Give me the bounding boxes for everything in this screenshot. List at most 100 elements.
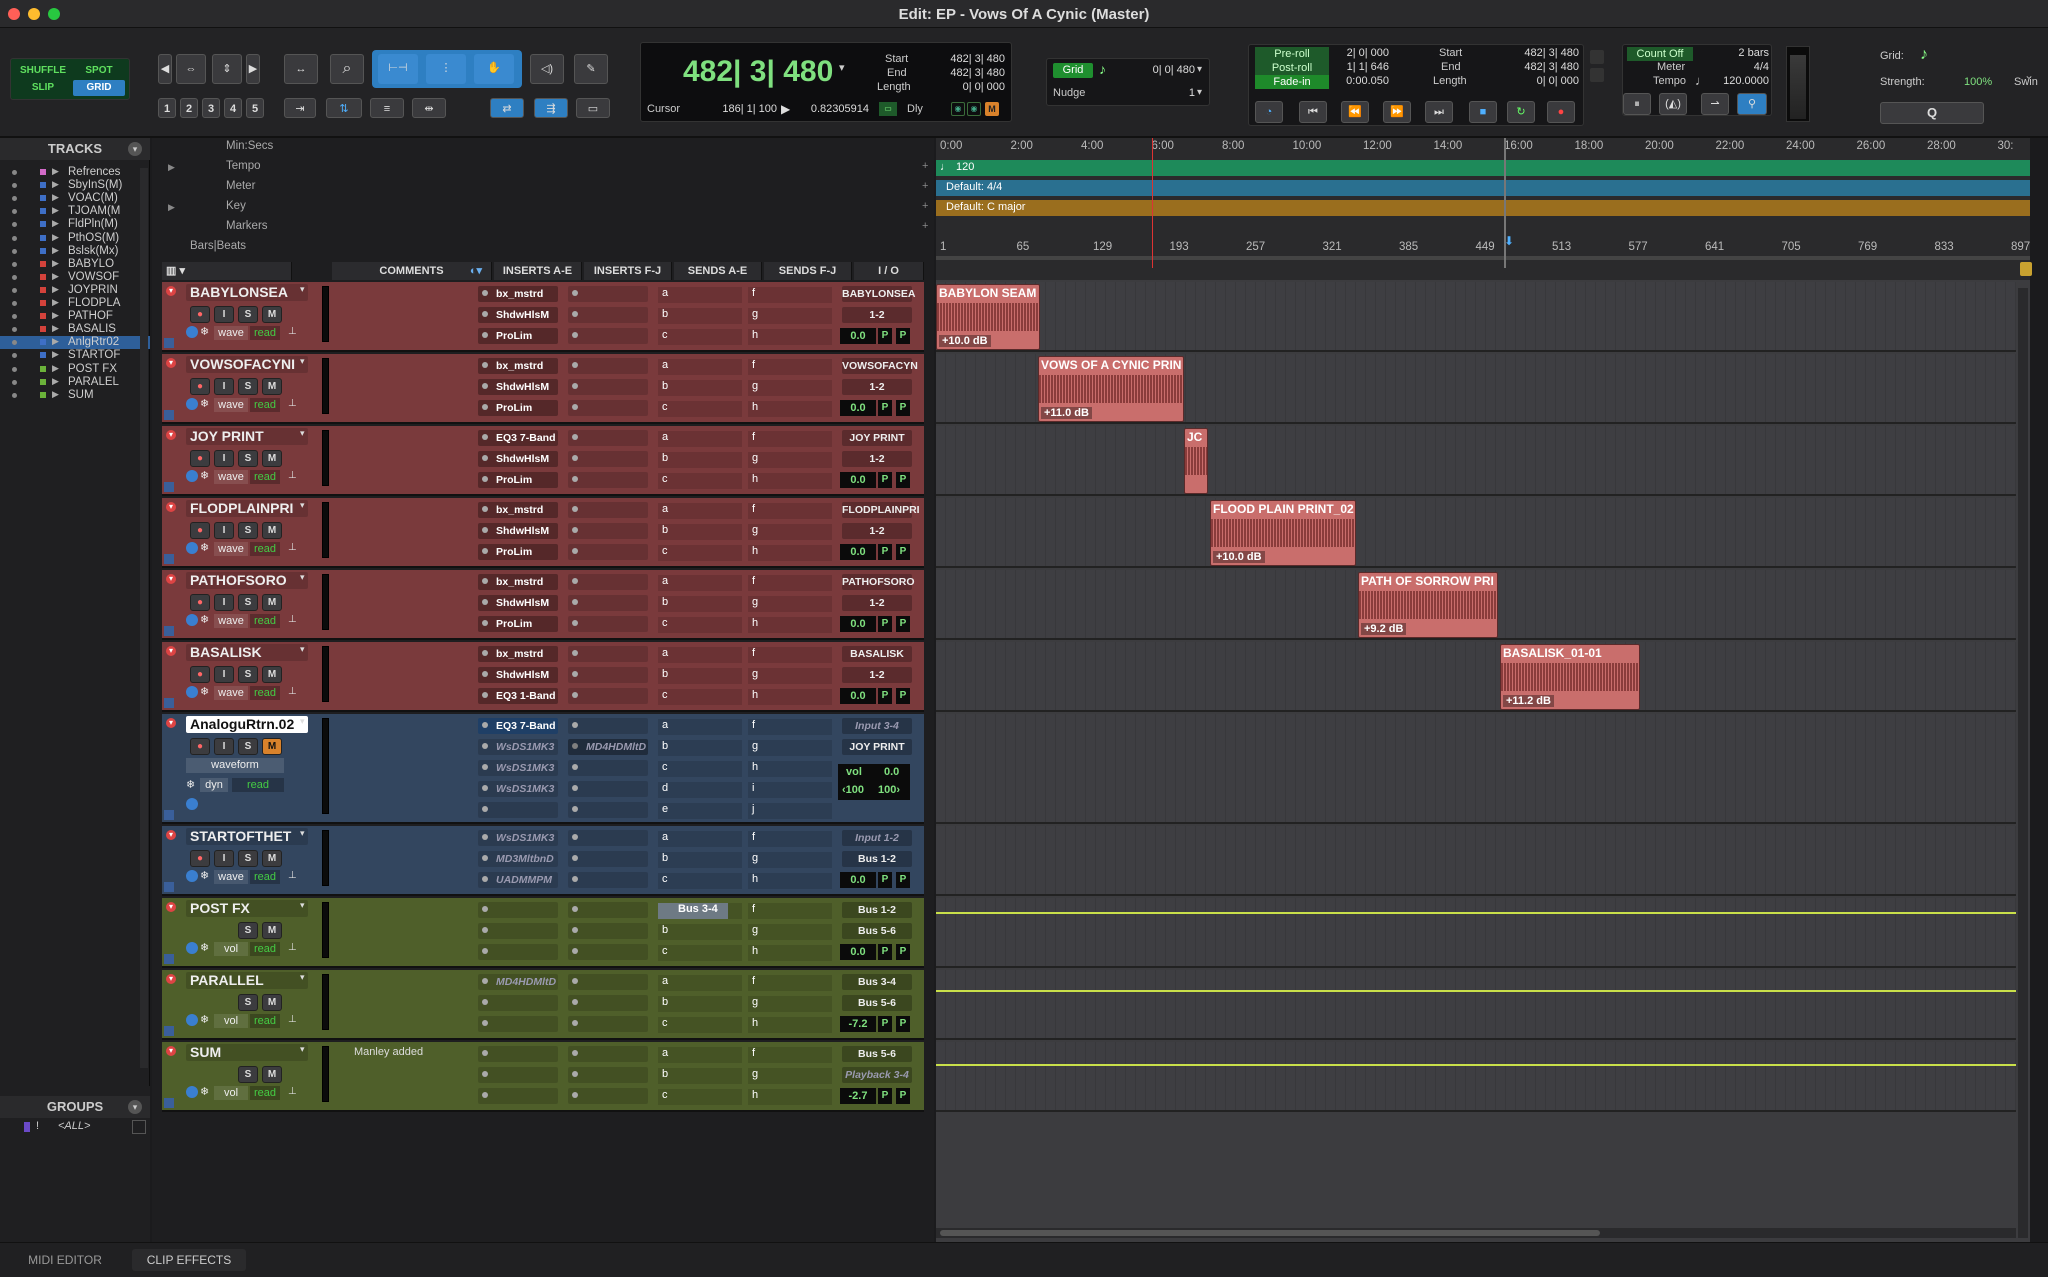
volume-value[interactable]: 0.0 [840,544,876,560]
insert-bypass-icon[interactable] [572,906,578,912]
insert-slot[interactable]: WsDS1MK3 [478,830,558,846]
track-visible-icon[interactable] [12,366,17,372]
insert-bypass-icon[interactable] [572,527,578,533]
track-name-dropdown-icon[interactable]: ▾ [300,900,305,911]
insert-fj-slot[interactable] [568,400,648,416]
vol-value[interactable]: 0.0 [884,766,899,778]
folder-triangle-icon[interactable]: ▶ [52,258,59,269]
send-fj-slot[interactable]: g [748,996,832,1012]
track-resize-icon[interactable] [164,626,174,636]
track-list-item[interactable]: ▶ Refrences [0,166,150,179]
track-visible-icon[interactable] [12,235,17,241]
track-name-dropdown-icon[interactable]: ▾ [300,716,305,727]
insert-bypass-icon[interactable] [482,785,488,791]
track-name[interactable]: SUM [186,1044,308,1061]
tempo-marker-icon[interactable]: ♩ [940,161,951,173]
mute-button[interactable]: M [262,850,282,867]
insert-bypass-icon[interactable] [572,434,578,440]
key-ruler[interactable]: Default: C major [936,200,2030,216]
record-enable-button[interactable]: ● [190,850,210,867]
timebase-icon[interactable] [186,326,198,338]
record-enable-button[interactable]: ● [190,522,210,539]
scrubber-tool-icon[interactable]: ◁) [530,54,564,84]
io-output[interactable]: 1-2 [842,595,912,611]
record-enable-button[interactable]: ● [190,378,210,395]
send-fj-slot[interactable]: g [748,380,832,396]
send-fj-slot[interactable]: f [748,903,832,919]
clip-gain[interactable]: +10.0 dB [939,335,991,347]
insert-bypass-icon[interactable] [482,383,488,389]
transport-option-icon-2[interactable] [1590,68,1604,82]
mirror-midi-icon[interactable]: ⇅ [326,98,362,118]
input-monitor-button[interactable]: I [214,522,234,539]
mute-button[interactable]: M [262,378,282,395]
folder-triangle-icon[interactable]: ▶ [52,205,59,216]
insert-bypass-icon[interactable] [482,927,488,933]
io-input[interactable]: Bus 3-4 [842,974,912,990]
mute-button[interactable]: M [262,450,282,467]
insert-bypass-icon[interactable] [572,1050,578,1056]
record-enable-button[interactable]: ● [190,594,210,611]
folder-triangle-icon[interactable]: ▶ [52,271,59,282]
mute-button[interactable]: M [262,994,282,1011]
automation-mode[interactable]: read [250,870,280,884]
main-counter[interactable]: 482| 3| 480 [683,55,833,89]
tempo-value[interactable]: 120.0000 [1713,75,1769,87]
timebase-icon[interactable] [186,1086,198,1098]
p-indicator[interactable]: P [878,872,892,888]
nudge-value[interactable]: 1 [1147,87,1195,99]
zoom-preset-5[interactable]: 5 [246,98,264,118]
insert-fj-slot[interactable] [568,358,648,374]
io-output[interactable]: Bus 1-2 [842,851,912,867]
track-collapse-icon[interactable]: ▾ [166,358,176,368]
insert-fj-slot[interactable] [568,830,648,846]
dyn-selector[interactable]: dyn [200,778,228,792]
clip-gain[interactable]: +11.2 dB [1503,695,1554,707]
track-visible-icon[interactable] [12,392,17,398]
io-output[interactable]: 1-2 [842,523,912,539]
p-indicator[interactable]: P [878,944,892,960]
audio-clip[interactable]: JC [1184,428,1208,494]
solo-button[interactable]: S [238,1066,258,1083]
insert-bypass-icon[interactable] [572,806,578,812]
nudge-label[interactable]: Nudge [1053,87,1085,99]
sends-ae-column-header[interactable]: SENDS A-E [674,262,762,280]
insert-bypass-icon[interactable] [572,1071,578,1077]
track-lane[interactable] [936,826,2016,896]
preroll-value[interactable]: 2| 0| 000 [1333,47,1389,59]
insert-bypass-icon[interactable] [572,548,578,554]
insert-bypass-icon[interactable] [572,311,578,317]
insert-bypass-icon[interactable] [482,743,488,749]
go-to-end-icon[interactable]: ⏭ [1425,101,1453,123]
status-icon-2[interactable]: ◉ [967,102,981,116]
send-fj-slot[interactable]: h [748,473,832,489]
meter-ruler[interactable]: Default: 4/4 [936,180,2030,196]
track-name[interactable]: JOY PRINT [186,428,308,445]
sel-end-value[interactable]: 482| 3| 480 [931,67,1005,79]
folder-triangle-icon[interactable]: ▶ [52,389,59,400]
p-indicator[interactable]: P [878,544,892,560]
insert-bypass-icon[interactable] [482,548,488,554]
insert-bypass-icon[interactable] [572,978,578,984]
track-visible-icon[interactable] [12,314,17,320]
track-lane[interactable] [936,498,2016,568]
timebase-icon[interactable] [186,1014,198,1026]
automation-mode[interactable]: read [250,542,280,556]
insert-slot-empty[interactable] [478,1046,558,1062]
track-list-item[interactable]: ▶ PATHOF [0,310,150,323]
playlist-icon[interactable]: ⊥ [288,686,297,697]
timebase-icon[interactable] [186,614,198,626]
pan-left[interactable]: ‹100 [842,784,864,796]
track-view-selector[interactable]: wave [214,470,248,484]
timeline-hscroll-thumb[interactable] [940,1230,1600,1236]
return-to-zero-icon[interactable]: ⏮ [1299,101,1327,123]
folder-triangle-icon[interactable]: ▶ [52,192,59,203]
volume-value[interactable]: 0.0 [840,944,876,960]
track-list-item[interactable]: ▶ VOWSOF [0,271,150,284]
insert-bypass-icon[interactable] [482,1020,488,1026]
insert-slot-empty[interactable] [478,1016,558,1032]
automation-mode[interactable]: read [250,686,280,700]
insert-bypass-icon[interactable] [572,620,578,626]
add-tempo-icon[interactable]: + [922,160,928,172]
fast-forward-icon[interactable]: ⏩ [1383,101,1411,123]
